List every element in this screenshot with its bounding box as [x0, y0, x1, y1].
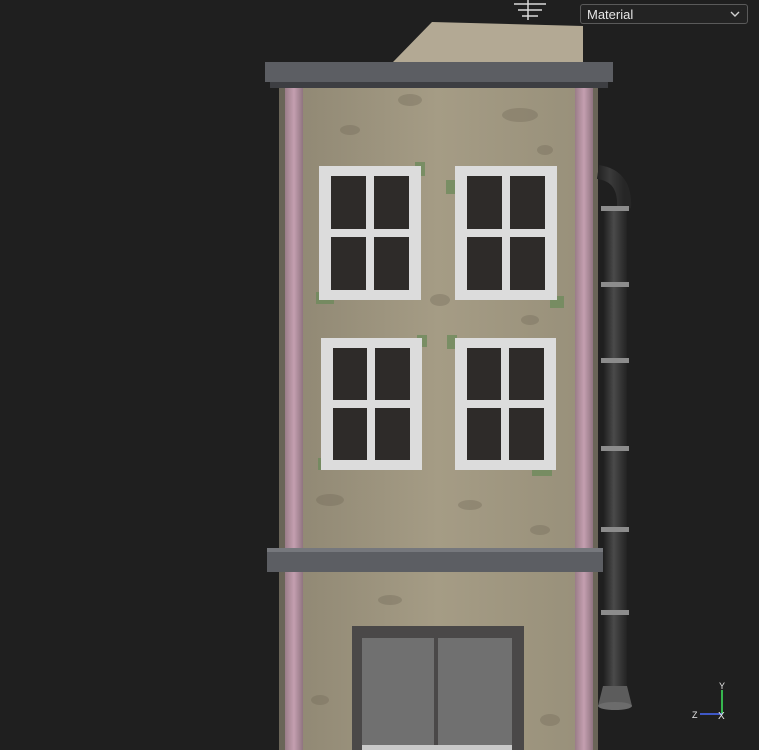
window-top-left	[319, 166, 421, 300]
3d-viewport[interactable]	[0, 0, 759, 750]
z-axis-label: Z	[692, 710, 698, 720]
window-bottom-left	[321, 338, 422, 470]
pillar-left	[285, 84, 303, 750]
entrance-door	[352, 626, 524, 750]
y-axis-label: Y	[719, 681, 725, 691]
x-axis-label: X	[718, 711, 725, 722]
window-top-right	[455, 166, 557, 300]
roof-cornice-shadow	[270, 82, 608, 88]
wall-edge-left	[279, 84, 285, 750]
chevron-down-icon	[730, 11, 740, 17]
floor-ledge-highlight	[267, 548, 609, 552]
window-bottom-right	[455, 338, 556, 470]
roof-structure	[393, 22, 583, 62]
wall-edge-right	[593, 84, 598, 750]
drain-pipe	[596, 165, 632, 710]
axis-gizmo[interactable]: Y Z X	[686, 680, 734, 728]
pillar-right	[575, 84, 593, 750]
building-model[interactable]	[265, 0, 632, 750]
view-mode-dropdown[interactable]: Material	[580, 4, 748, 24]
roof-antenna	[514, 0, 546, 20]
roof-cornice	[265, 62, 613, 82]
view-mode-label: Material	[587, 6, 634, 22]
